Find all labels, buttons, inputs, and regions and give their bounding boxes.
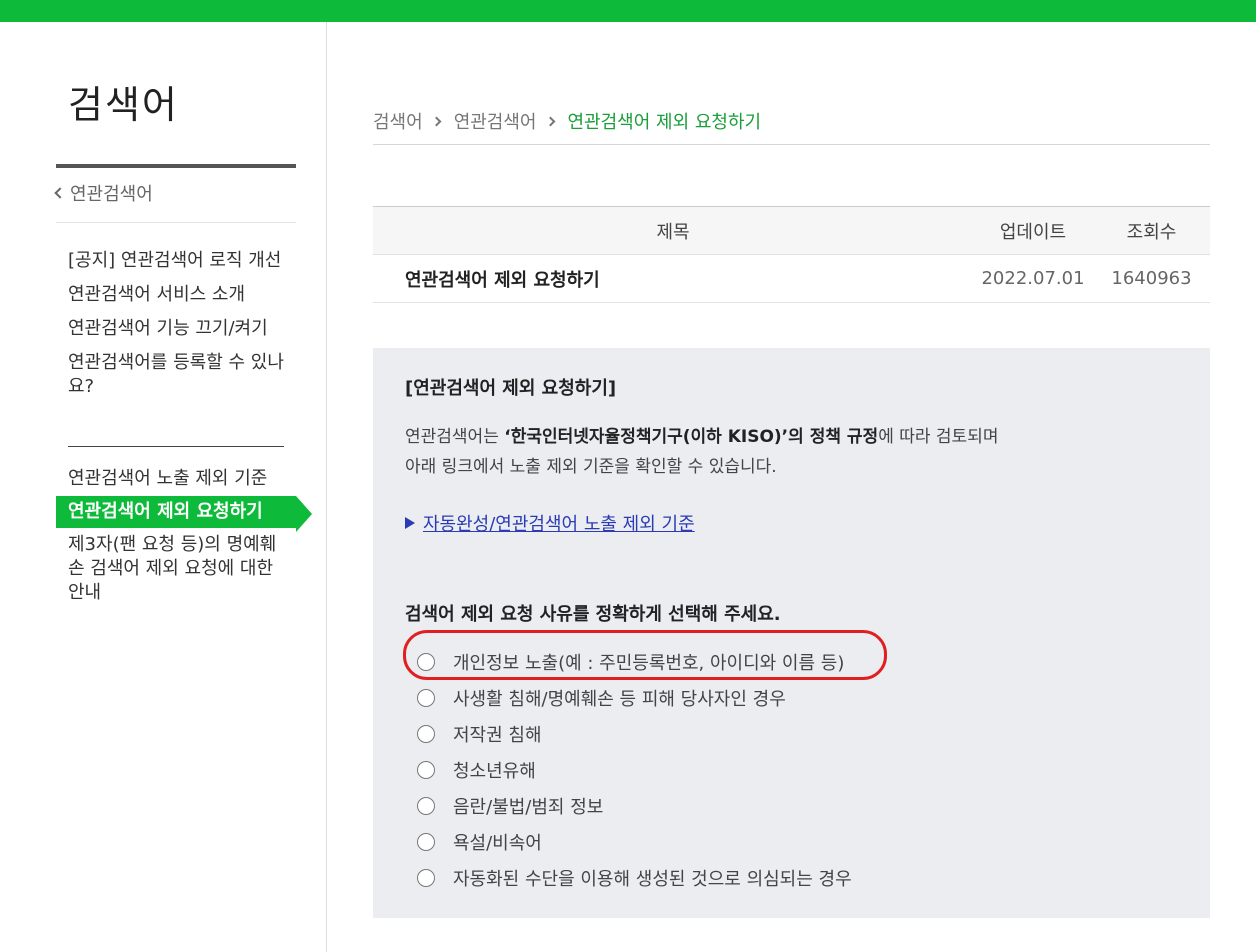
column-header-title: 제목 [656,221,690,243]
triangle-right-icon [405,517,415,529]
link-label: 자동완성/연관검색어 노출 제외 기준 [423,514,695,535]
radio-button[interactable] [417,689,435,707]
sidebar-item-exclusion-request[interactable]: 연관검색어 제외 요청하기 [56,496,312,532]
row-date: 2022.07.01 [981,268,1085,289]
option-label: 사생활 침해/명예훼손 등 피해 당사자인 경우 [453,689,786,710]
sidebar-item-service-intro[interactable]: 연관검색어 서비스 소개 [56,278,296,312]
option-label: 음란/불법/범죄 정보 [453,797,604,818]
sidebar-menu-group-a: [공지] 연관검색어 로직 개선 연관검색어 서비스 소개 연관검색어 기능 끄… [56,244,296,404]
radio-option-privacy[interactable]: 사생활 침해/명예훼손 등 피해 당사자인 경우 [417,680,852,716]
sidebar-divider [56,164,296,168]
article-body: [연관검색어 제외 요청하기] 연관검색어는 ‘한국인터넷자율정책기구(이하 K… [373,348,1210,918]
option-label: 욕설/비속어 [453,833,542,854]
radio-option-copyright[interactable]: 저작권 침해 [417,716,852,752]
radio-option-automated[interactable]: 자동화된 수단을 이용해 생성된 것으로 의심되는 경우 [417,860,852,896]
radio-button[interactable] [417,725,435,743]
sidebar-back-link[interactable]: 연관검색어 [54,180,153,206]
chevron-right-icon [431,116,442,126]
radio-button[interactable] [417,869,435,887]
breadcrumb-item[interactable]: 연관검색어 [454,108,537,134]
board-table: 제목 업데이트 조회수 연관검색어 제외 요청하기 2022.07.01 164… [373,206,1210,303]
chevron-left-icon [54,187,66,199]
article-heading: [연관검색어 제외 요청하기] [405,378,617,399]
radio-button[interactable] [417,797,435,815]
sidebar-item-toggle[interactable]: 연관검색어 기능 끄기/켜기 [56,312,296,346]
article-description: 연관검색어는 ‘한국인터넷자율정책기구(이하 KISO)’의 정책 규정에 따라… [405,422,1165,482]
option-label: 저작권 침해 [453,725,542,746]
radio-button[interactable] [417,761,435,779]
breadcrumb-divider [373,144,1210,145]
desc-text: 연관검색어는 [405,427,505,447]
sidebar-menu-group-b: 연관검색어 노출 제외 기준 연관검색어 제외 요청하기 제3자(팬 요청 등)… [56,462,312,610]
radio-option-personal-info[interactable]: 개인정보 노출(예 : 주민등록번호, 아이디와 이름 등) [417,644,852,680]
top-green-bar [0,0,1256,22]
breadcrumb-current: 연관검색어 제외 요청하기 [567,112,762,133]
desc-text-line2: 아래 링크에서 노출 제외 기준을 확인할 수 있습니다. [405,457,777,477]
breadcrumb-item[interactable]: 검색어 [373,108,423,134]
option-label: 자동화된 수단을 이용해 생성된 것으로 의심되는 경우 [453,869,852,890]
radio-option-profanity[interactable]: 욕설/비속어 [417,824,852,860]
radio-option-youth-harm[interactable]: 청소년유해 [417,752,852,788]
exclusion-criteria-link[interactable]: 자동완성/연관검색어 노출 제외 기준 [405,510,695,536]
row-title[interactable]: 연관검색어 제외 요청하기 [373,266,973,292]
sidebar-group-separator [68,446,284,447]
desc-text: 에 따라 검토되며 [878,427,999,447]
radio-option-illegal[interactable]: 음란/불법/범죄 정보 [417,788,852,824]
desc-bold-text: ‘한국인터넷자율정책기구(이하 KISO)’의 정책 규정 [504,427,879,447]
row-views: 1640963 [1111,268,1192,289]
radio-button[interactable] [417,653,435,671]
sidebar: 검색어 연관검색어 [공지] 연관검색어 로직 개선 연관검색어 서비스 소개 … [0,22,327,952]
chevron-right-icon [545,116,555,126]
sidebar-item-exclusion-criteria[interactable]: 연관검색어 노출 제외 기준 [56,462,296,496]
table-row: 연관검색어 제외 요청하기 2022.07.01 1640963 [373,255,1210,303]
option-label: 청소년유해 [453,761,536,782]
sidebar-title: 검색어 [68,83,179,127]
option-label: 개인정보 노출(예 : 주민등록번호, 아이디와 이름 등) [453,653,845,674]
breadcrumb: 검색어 연관검색어 연관검색어 제외 요청하기 [373,108,761,134]
sidebar-item-register[interactable]: 연관검색어를 등록할 수 있나요? [56,346,296,404]
sidebar-back-label: 연관검색어 [70,184,153,205]
sidebar-item-third-party-guide[interactable]: 제3자(팬 요청 등)의 명예훼손 검색어 제외 요청에 대한 안내 [56,528,296,610]
sidebar-thin-divider [56,222,296,223]
column-header-date: 업데이트 [999,221,1067,243]
sidebar-item-logic-notice[interactable]: [공지] 연관검색어 로직 개선 [56,244,296,278]
radio-button[interactable] [417,833,435,851]
column-header-views: 조회수 [1126,221,1177,243]
question-label: 검색어 제외 요청 사유를 정확하게 선택해 주세요. [405,604,781,625]
board-header-row: 제목 업데이트 조회수 [373,207,1210,255]
reason-options: 개인정보 노출(예 : 주민등록번호, 아이디와 이름 등) 사생활 침해/명예… [417,644,852,896]
